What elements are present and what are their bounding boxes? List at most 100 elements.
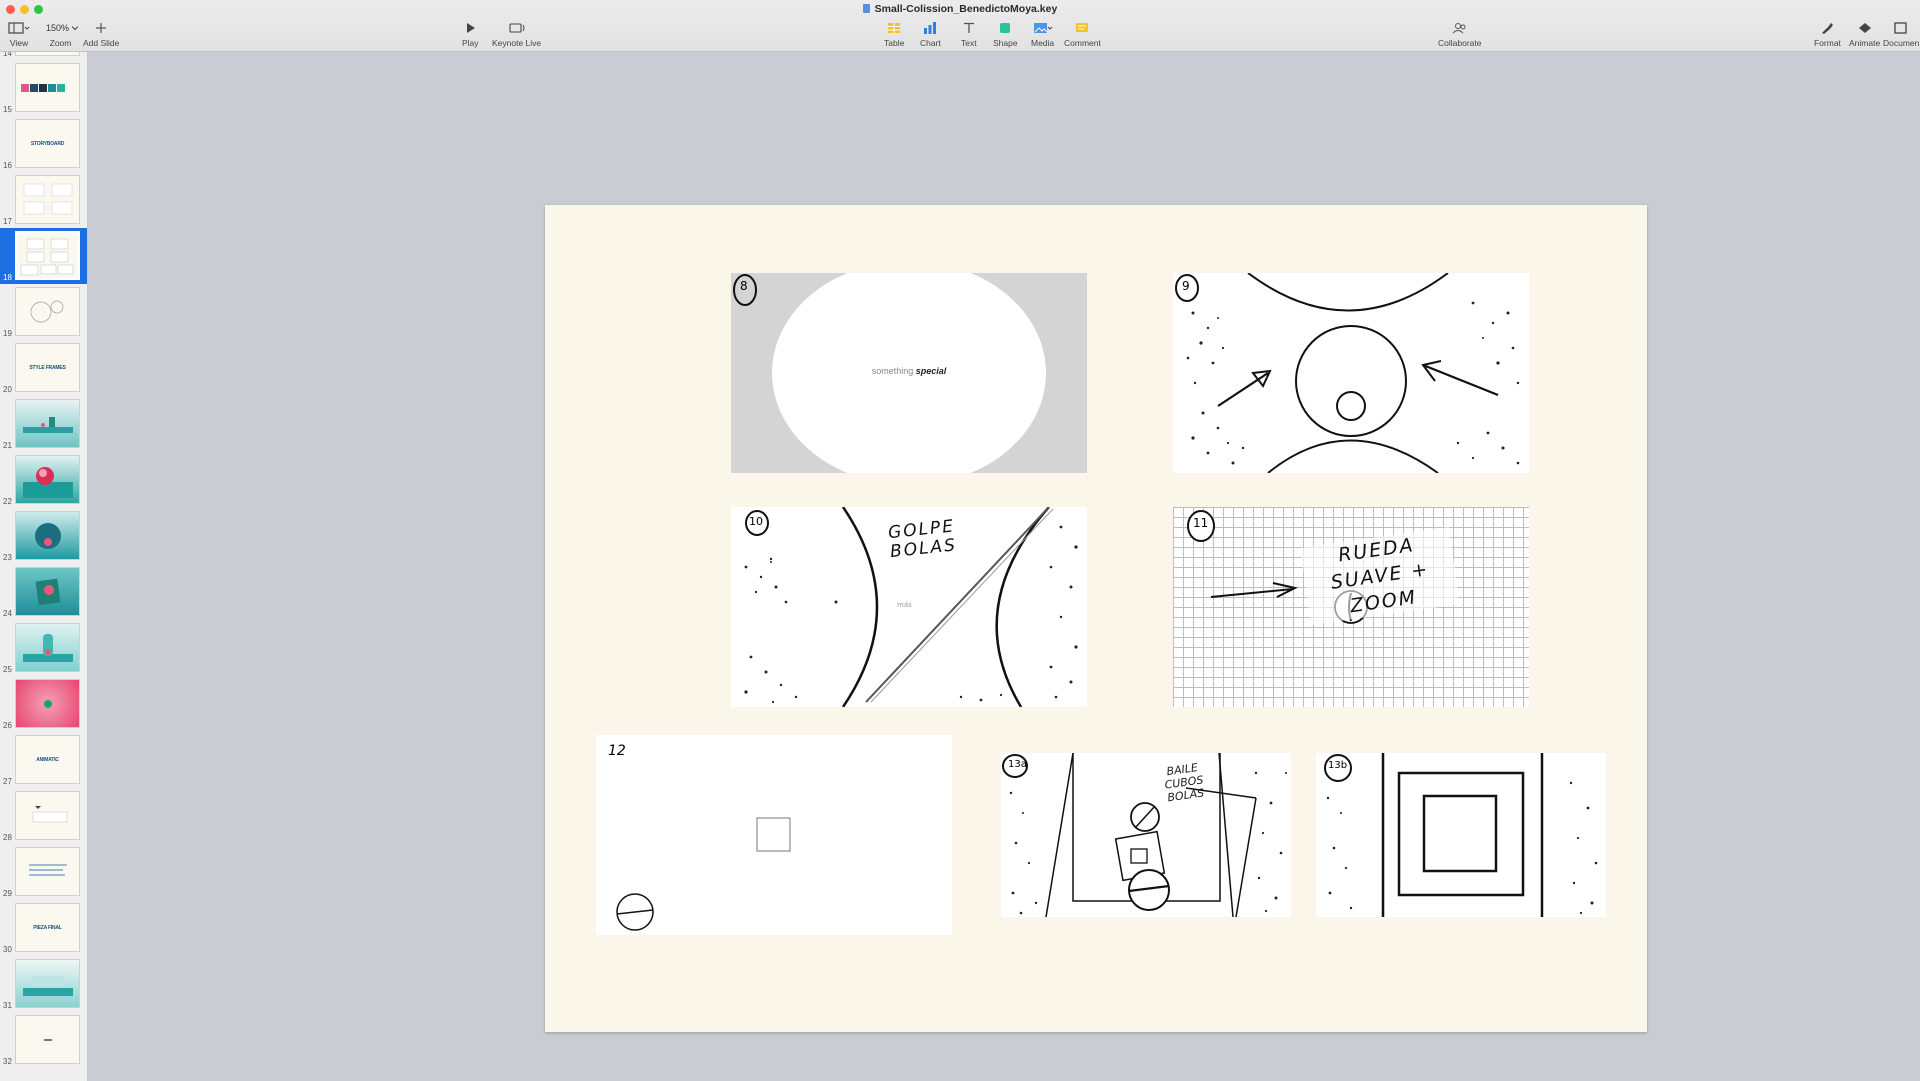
- add-slide-label: Add Slide: [83, 38, 120, 48]
- slide-thumbnail-17[interactable]: 17: [0, 172, 87, 228]
- zoom-dropdown[interactable]: 150% Zoom: [43, 20, 79, 48]
- slide-thumb: [15, 623, 80, 672]
- slide-number: 29: [3, 889, 12, 898]
- storyboard-frame-8[interactable]: 8 something special: [731, 273, 1087, 473]
- shape-label: Shape: [993, 38, 1018, 48]
- frame-number: 13b: [1328, 760, 1348, 771]
- storyboard-frame-13b[interactable]: 13b: [1316, 753, 1606, 917]
- keynote-live-icon: [508, 20, 526, 36]
- slide-number: 27: [3, 777, 12, 786]
- document-button[interactable]: Documen: [1883, 20, 1919, 48]
- format-button[interactable]: Format: [1814, 20, 1841, 48]
- keynote-live-button[interactable]: Keynote Live: [492, 20, 541, 48]
- current-slide[interactable]: 8 something special 9 10 GOLPE BOLAS más…: [545, 205, 1647, 1032]
- storyboard-frame-13a[interactable]: 13a BAILE CUBOS BOLAS: [1001, 753, 1291, 917]
- slide-number: 21: [3, 441, 12, 450]
- slide-thumb: [15, 1015, 80, 1064]
- collaborate-button[interactable]: Collaborate: [1438, 20, 1481, 48]
- zoom-value: 150%: [46, 23, 70, 33]
- slide-thumbnail-31[interactable]: 31: [0, 956, 87, 1012]
- frame-number: 8: [740, 279, 748, 293]
- slide-thumbnail-14[interactable]: 14: [0, 52, 87, 60]
- slide-thumbnail-16[interactable]: STORYBOARD 16: [0, 116, 87, 172]
- slide-thumb: PIEZA FINAL: [15, 903, 80, 952]
- slide-thumbnail-15[interactable]: 15: [0, 60, 87, 116]
- slide-number: 17: [3, 217, 12, 226]
- collaborate-label: Collaborate: [1438, 38, 1482, 48]
- zoom-label: Zoom: [49, 38, 72, 48]
- slide-thumbnail-22[interactable]: 22: [0, 452, 87, 508]
- slide-thumb: [15, 959, 80, 1008]
- frame-number: 13a: [1008, 759, 1027, 770]
- slide-thumbnail-30[interactable]: PIEZA FINAL 30: [0, 900, 87, 956]
- media-button[interactable]: Media: [1031, 20, 1054, 48]
- slide-thumbnail-29[interactable]: 29: [0, 844, 87, 900]
- storyboard-frame-12[interactable]: 12: [596, 735, 952, 935]
- slide-number: 24: [3, 609, 12, 618]
- slide-canvas[interactable]: 8 something special 9 10 GOLPE BOLAS más…: [89, 52, 1920, 1081]
- frame-13a-drawing: [1002, 753, 1287, 917]
- animate-label: Animate: [1849, 38, 1881, 48]
- slide-thumb: [15, 455, 80, 504]
- sketch-preview: [30, 300, 63, 322]
- frame-8-caption: something special: [731, 366, 1087, 376]
- slide-thumb-title: ANIMATIC: [36, 756, 59, 763]
- style-frame-preview: [34, 578, 61, 605]
- slide-thumb-title: STYLE FRAMES: [29, 364, 66, 371]
- slide-thumbnail-25[interactable]: 25: [0, 620, 87, 676]
- slide-thumbnail-21[interactable]: 21: [0, 396, 87, 452]
- animate-icon: [1858, 20, 1872, 36]
- play-button[interactable]: Play: [462, 20, 479, 48]
- view-label: View: [9, 38, 29, 48]
- text-label: Text: [961, 38, 977, 48]
- table-button[interactable]: Table: [884, 20, 904, 48]
- storyboard-frame-11[interactable]: 11 RUEDA SUAVE + ZOOM: [1173, 507, 1529, 707]
- slide-thumbnail-20[interactable]: STYLE FRAMES 20: [0, 340, 87, 396]
- slide-thumb: [15, 287, 80, 336]
- slide-thumbnail-26[interactable]: 26: [0, 676, 87, 732]
- media-icon: [1033, 20, 1053, 36]
- shape-button[interactable]: Shape: [993, 20, 1018, 48]
- keynote-document-icon: [862, 4, 870, 13]
- slide-thumbnail-28[interactable]: 28: [0, 788, 87, 844]
- plus-icon: [95, 20, 107, 36]
- chevron-down-icon: [72, 26, 79, 31]
- frame-10-small-caption: más: [897, 601, 912, 609]
- frame-number: 10: [749, 515, 763, 528]
- slide-thumbnail-18[interactable]: 18: [0, 228, 87, 284]
- animatic-preview: [32, 805, 67, 822]
- add-slide-button[interactable]: Add Slide: [83, 20, 119, 48]
- view-icon: [8, 20, 30, 36]
- slide-thumbnail-24[interactable]: 24: [0, 564, 87, 620]
- slide-thumb: [15, 567, 80, 616]
- style-frame-preview: [34, 522, 61, 549]
- storyboard-frame-10[interactable]: 10 GOLPE BOLAS más: [731, 507, 1087, 707]
- style-frame-preview: [22, 633, 73, 662]
- slide-number: 23: [3, 553, 12, 562]
- view-button[interactable]: View: [8, 20, 30, 48]
- text-button[interactable]: Text: [961, 20, 977, 48]
- slide-thumb: [15, 52, 80, 56]
- play-label: Play: [462, 38, 479, 48]
- window-title-text: Small-Colission_BenedictoMoya.key: [874, 3, 1058, 15]
- frame-number: 11: [1193, 516, 1209, 530]
- table-label: Table: [884, 38, 905, 48]
- paintbrush-icon: [1820, 20, 1834, 36]
- slide-navigator[interactable]: 14 15 STORYBOARD 16 17 18 19 STYLE FRAME…: [0, 52, 88, 1081]
- slide-thumb: STORYBOARD: [15, 119, 80, 168]
- table-icon: [887, 20, 901, 36]
- slide-thumbnail-19[interactable]: 19: [0, 284, 87, 340]
- slide-thumbnail-32[interactable]: 32: [0, 1012, 87, 1068]
- comment-button[interactable]: Comment: [1064, 20, 1101, 48]
- storyboard-frame-9[interactable]: 9: [1173, 273, 1529, 473]
- chart-label: Chart: [920, 38, 941, 48]
- slide-thumbnail-27[interactable]: ANIMATIC 27: [0, 732, 87, 788]
- slide-thumb: [15, 63, 80, 112]
- chart-button[interactable]: Chart: [920, 20, 941, 48]
- document-label: Documen: [1883, 38, 1920, 48]
- animate-button[interactable]: Animate: [1849, 20, 1880, 48]
- keynote-live-label: Keynote Live: [492, 38, 542, 48]
- slide-thumbnail-23[interactable]: 23: [0, 508, 87, 564]
- chart-icon: [923, 20, 937, 36]
- frame-9-drawing: [1175, 273, 1520, 473]
